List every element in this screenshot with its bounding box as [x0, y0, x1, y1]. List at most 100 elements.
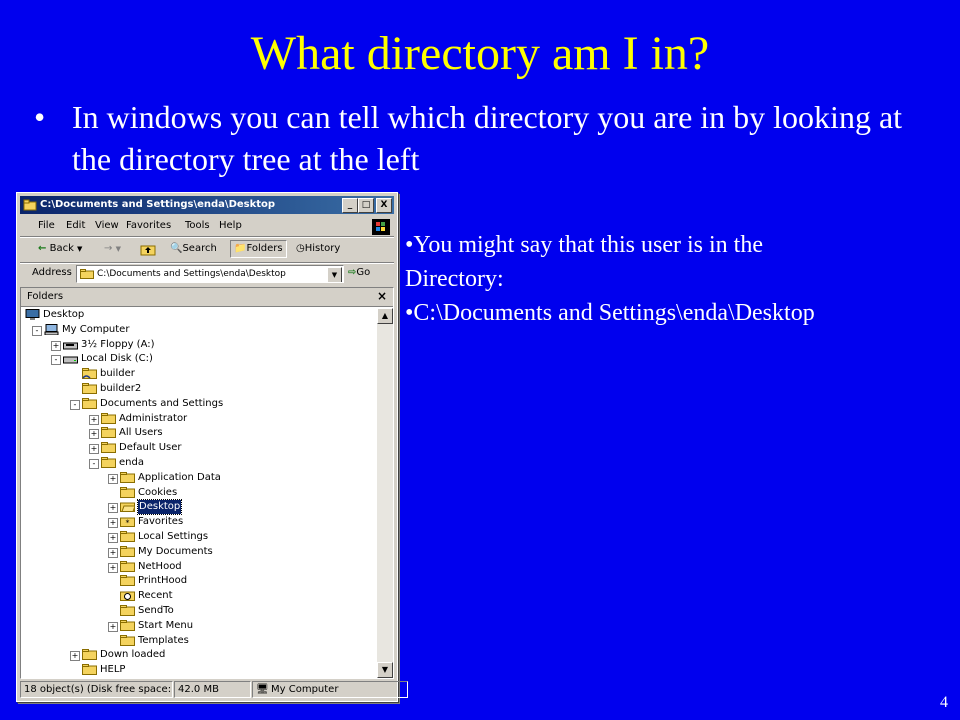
- disk-icon: [63, 352, 78, 366]
- tree-node[interactable]: + My Documents: [21, 545, 377, 559]
- tree-node[interactable]: - My Computer: [21, 323, 377, 337]
- window-titlebar[interactable]: C:\Documents and Settings\enda\Desktop _…: [20, 196, 394, 214]
- expand-toggle-icon[interactable]: +: [89, 429, 99, 440]
- folder-icon: [120, 574, 135, 588]
- menu-edit[interactable]: Edit: [66, 220, 85, 231]
- expand-toggle-icon[interactable]: +: [70, 651, 80, 662]
- tree-node[interactable]: - Documents and Settings: [21, 397, 377, 411]
- menu-file[interactable]: File: [38, 220, 55, 231]
- address-dropdown-button[interactable]: ▼: [327, 267, 342, 282]
- history-icon: ◷: [296, 243, 305, 254]
- tree-node-label: Start Menu: [138, 619, 194, 631]
- tree-node-label: My Computer: [62, 323, 130, 335]
- tree-node-label: 3½ Floppy (A:): [81, 338, 155, 350]
- expand-toggle-icon[interactable]: +: [108, 562, 118, 573]
- tree-node[interactable]: SendTo: [21, 604, 377, 618]
- collapse-toggle-icon[interactable]: -: [51, 355, 61, 366]
- note-line-3: •C:\Documents and Settings\enda\Desktop: [405, 296, 955, 330]
- tree-node[interactable]: + All Users: [21, 426, 377, 440]
- tree-node[interactable]: builder2: [21, 382, 377, 396]
- tree-node[interactable]: - enda: [21, 456, 377, 470]
- collapse-toggle-icon[interactable]: -: [32, 325, 42, 336]
- close-pane-button[interactable]: ×: [377, 289, 387, 303]
- tree-node-label: Local Disk (C:): [81, 353, 153, 365]
- expand-toggle-icon[interactable]: +: [108, 621, 118, 632]
- folder-icon: [101, 441, 116, 455]
- tree-node[interactable]: Recent: [21, 589, 377, 603]
- folders-pane-header: Folders ×: [21, 288, 393, 307]
- search-button[interactable]: 🔍Search: [170, 241, 217, 257]
- status-bar: 18 object(s) (Disk free space: · 42.0 MB…: [20, 680, 408, 698]
- tree-node-label: My Documents: [138, 545, 213, 557]
- menu-help[interactable]: Help: [219, 220, 242, 231]
- tree-node-label: Cookies: [138, 486, 178, 498]
- expand-toggle-icon[interactable]: +: [108, 547, 118, 558]
- expand-toggle-icon[interactable]: +: [108, 503, 118, 514]
- tree-node[interactable]: + Local Settings: [21, 530, 377, 544]
- tree-node[interactable]: + Administrator: [21, 412, 377, 426]
- tree-node-label: All Users: [119, 427, 163, 439]
- close-button[interactable]: X: [376, 198, 392, 213]
- minimize-button[interactable]: _: [342, 198, 358, 213]
- go-button[interactable]: ⇨Go: [348, 267, 370, 278]
- folder-icon: [120, 530, 135, 544]
- folder-icon: [120, 486, 135, 500]
- expand-toggle-icon[interactable]: +: [108, 473, 118, 484]
- tree-node[interactable]: Cookies: [21, 486, 377, 500]
- tree-node[interactable]: PrintHood: [21, 574, 377, 588]
- folder-star-icon: *: [120, 515, 135, 529]
- folder-icon: [120, 604, 135, 618]
- status-objects: 18 object(s) (Disk free space: ·: [20, 681, 173, 698]
- expand-toggle-icon[interactable]: +: [108, 533, 118, 543]
- menu-tools[interactable]: Tools: [185, 220, 210, 231]
- tree-node[interactable]: - Local Disk (C:): [21, 352, 377, 366]
- up-folder-icon[interactable]: [140, 241, 156, 257]
- tree-node[interactable]: HELP: [21, 663, 377, 677]
- folder-icon: [101, 456, 116, 470]
- folder-icon: [82, 397, 97, 411]
- maximize-button[interactable]: □: [358, 198, 374, 213]
- note-text-1: You might say that this user is in the: [413, 232, 763, 258]
- expand-toggle-icon[interactable]: +: [89, 414, 99, 425]
- tree-node[interactable]: + Default User: [21, 441, 377, 455]
- scroll-up-button[interactable]: ▲: [377, 308, 393, 324]
- folders-button[interactable]: 📁Folders: [230, 240, 287, 258]
- tree-node[interactable]: Desktop: [21, 308, 377, 322]
- menu-favorites[interactable]: Favorites: [126, 220, 171, 231]
- explorer-window: C:\Documents and Settings\enda\Desktop _…: [16, 192, 408, 702]
- menu-bar: File Edit View Favorites Tools Help: [20, 217, 394, 235]
- toolbar: ← Back ▼ → ▼ 🔍Search 📁Folders ◷History: [20, 237, 394, 261]
- scroll-down-button[interactable]: ▼: [377, 662, 393, 678]
- expand-toggle-icon[interactable]: +: [108, 518, 118, 529]
- forward-button[interactable]: → ▼: [104, 241, 121, 257]
- slide-title: What directory am I in?: [250, 27, 710, 80]
- folder-open-icon: [120, 500, 135, 514]
- windows-logo-icon: [372, 219, 390, 235]
- tree-node[interactable]: + Desktop: [21, 499, 377, 516]
- expand-toggle-icon[interactable]: +: [51, 340, 61, 351]
- menu-view[interactable]: View: [95, 220, 119, 231]
- back-button[interactable]: ← Back ▼: [38, 241, 82, 257]
- folder-icon: [82, 663, 97, 677]
- go-label: Go: [356, 267, 371, 278]
- status-size: 42.0 MB: [174, 681, 251, 698]
- tree-node[interactable]: builder: [21, 367, 377, 381]
- note-text-3: C:\Documents and Settings\enda\Desktop: [413, 300, 815, 326]
- tree-node[interactable]: + Down loaded: [21, 648, 377, 662]
- folders-icon: 📁: [234, 243, 247, 254]
- collapse-toggle-icon[interactable]: -: [70, 399, 80, 410]
- address-input[interactable]: C:\Documents and Settings\enda\Desktop ▼: [76, 265, 344, 283]
- collapse-toggle-icon[interactable]: -: [89, 459, 99, 469]
- tree-node[interactable]: + Start Menu: [21, 619, 377, 633]
- folder-icon: [101, 412, 116, 426]
- tree-node[interactable]: + * Favorites: [21, 515, 377, 529]
- tree-node[interactable]: Templates: [21, 634, 377, 648]
- tree-node-label: HELP: [100, 664, 126, 676]
- tree-node[interactable]: + NetHood: [21, 560, 377, 574]
- history-button[interactable]: ◷History: [296, 241, 340, 257]
- computer-icon: [44, 323, 59, 337]
- tree-node[interactable]: + Application Data: [21, 471, 377, 485]
- tree-node[interactable]: +3½ Floppy (A:): [21, 338, 377, 352]
- vertical-scrollbar[interactable]: ▲ ▼: [377, 308, 393, 678]
- expand-toggle-icon[interactable]: +: [89, 444, 99, 455]
